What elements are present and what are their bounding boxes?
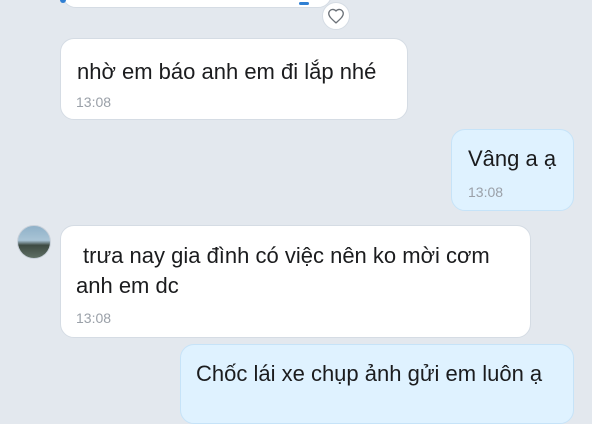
reaction-button[interactable] — [322, 2, 350, 30]
message-text: Vâng a ạ — [468, 146, 557, 171]
message-text: nhờ em báo anh em đi lắp nhé — [77, 59, 377, 84]
incoming-message-bubble[interactable]: trưa nay gia đình có việc nên ko mời cơm… — [60, 225, 531, 338]
message-time: 13:08 — [76, 94, 112, 110]
contact-avatar[interactable] — [17, 225, 51, 259]
quote-indicator — [60, 0, 66, 3]
link-underline — [299, 2, 309, 5]
incoming-message-bubble[interactable]: nhờ em báo anh em đi lắp nhé 13:08 — [60, 38, 408, 120]
outgoing-message-bubble[interactable]: Chốc lái xe chụp ảnh gửi em luôn ạ — [180, 344, 574, 424]
message-time: 13:08 — [76, 310, 112, 326]
outgoing-message-bubble[interactable]: Vâng a ạ 13:08 — [451, 129, 574, 211]
message-text: Chốc lái xe chụp ảnh gửi em luôn ạ — [196, 361, 543, 386]
message-text-line-2: anh em dc — [76, 273, 179, 298]
previous-message-bubble[interactable] — [60, 0, 332, 8]
message-time: 13:08 — [468, 184, 504, 200]
message-text-line-1: trưa nay gia đình có việc nên ko mời cơm — [83, 243, 490, 268]
heart-icon — [328, 8, 344, 24]
